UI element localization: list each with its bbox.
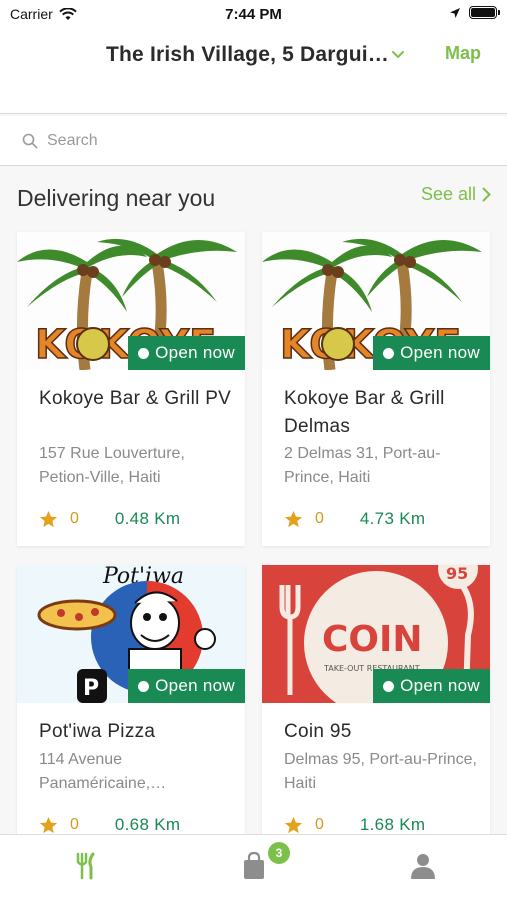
chevron-right-icon (482, 187, 491, 202)
see-all-link[interactable]: See all (421, 184, 491, 205)
tab-bar: 3 (0, 834, 507, 900)
fork-knife-icon[interactable] (71, 851, 101, 881)
status-dot-icon (138, 680, 150, 692)
restaurant-name: Pot'iwa Pizza (39, 721, 156, 742)
star-icon (39, 816, 58, 833)
restaurant-image: KOKOYE Open now (262, 232, 490, 370)
location-arrow-icon (450, 7, 460, 18)
logo-number: 95 (446, 565, 468, 583)
logo-letter: P (83, 676, 99, 701)
star-icon (284, 816, 303, 833)
user-icon[interactable] (408, 851, 438, 881)
restaurant-name: Coin 95 (284, 721, 352, 742)
open-status-label: Open now (400, 676, 480, 695)
open-status-label: Open now (400, 343, 480, 362)
status-bar: Carrier 7:44 PM (0, 0, 507, 28)
search-bar (0, 116, 507, 166)
status-dot-icon (138, 347, 150, 359)
search-icon (22, 133, 38, 149)
search-input[interactable] (47, 127, 467, 155)
distance-value: 0.48 Km (114, 509, 181, 528)
open-status-badge: Open now (128, 669, 245, 703)
restaurant-card[interactable]: KOKOYE Open now Kokoye Bar & Grill Delma… (262, 232, 490, 546)
star-icon (39, 510, 58, 527)
section-title: Delivering near you (17, 185, 216, 211)
restaurant-address: 2 Delmas 31, Port-au-Prince, Haiti (284, 445, 441, 486)
open-status-badge: Open now (128, 336, 245, 370)
restaurant-card[interactable]: COIN TAKE-OUT RESTAURANT 95 Open now Coi… (262, 565, 490, 879)
chevron-down-icon[interactable] (391, 48, 405, 62)
restaurant-image: COIN TAKE-OUT RESTAURANT 95 Open now (262, 565, 490, 703)
star-icon (284, 510, 303, 527)
restaurant-address: 114 Avenue Panaméricaine,… (39, 751, 167, 792)
restaurant-image: KOKOYE Open now (17, 232, 245, 370)
restaurant-card[interactable]: Pot'iwa P Open now Pot'iwa Pizza 114 Ave… (17, 565, 245, 879)
rating-value: 0 (315, 510, 324, 527)
rating-value: 0 (70, 510, 79, 527)
open-status-badge: Open now (373, 669, 490, 703)
distance-value: 0.68 Km (114, 815, 181, 834)
restaurant-meta: 0 0.48 Km (39, 509, 180, 529)
battery-icon (469, 6, 500, 19)
cart-count-badge: 3 (268, 842, 290, 864)
rating-value: 0 (315, 816, 324, 833)
restaurant-name: Kokoye Bar & Grill PV (39, 388, 232, 409)
restaurant-meta: 0 0.68 Km (39, 815, 180, 835)
rating-value: 0 (70, 816, 79, 833)
restaurant-meta: 0 4.73 Km (284, 509, 425, 529)
open-status-label: Open now (155, 676, 235, 695)
restaurant-image: Pot'iwa P Open now (17, 565, 245, 703)
restaurant-name: Kokoye Bar & Grill Delmas (284, 388, 445, 437)
restaurant-meta: 0 1.68 Km (284, 815, 425, 835)
shopping-bag-icon[interactable] (239, 851, 269, 881)
restaurant-card[interactable]: KOKOYE Open now Kokoye Bar & Grill PV 15… (17, 232, 245, 546)
map-button[interactable]: Map (445, 43, 481, 64)
distance-value: 4.73 Km (359, 509, 426, 528)
see-all-label: See all (420, 184, 476, 204)
logo-text: COIN (322, 619, 423, 660)
open-status-badge: Open now (373, 336, 490, 370)
restaurant-address: 157 Rue Louverture, Petion-Ville, Haiti (39, 445, 185, 486)
open-status-label: Open now (155, 343, 235, 362)
header: The Irish Village, 5 Darguin… Map (0, 28, 507, 114)
status-dot-icon (383, 680, 395, 692)
restaurant-address: Delmas 95, Port-au-Prince, Haiti (284, 751, 477, 792)
status-dot-icon (383, 347, 395, 359)
status-right (449, 6, 500, 19)
delivery-address[interactable]: The Irish Village, 5 Darguin… (106, 43, 391, 67)
distance-value: 1.68 Km (359, 815, 426, 834)
status-time: 7:44 PM (225, 6, 282, 23)
